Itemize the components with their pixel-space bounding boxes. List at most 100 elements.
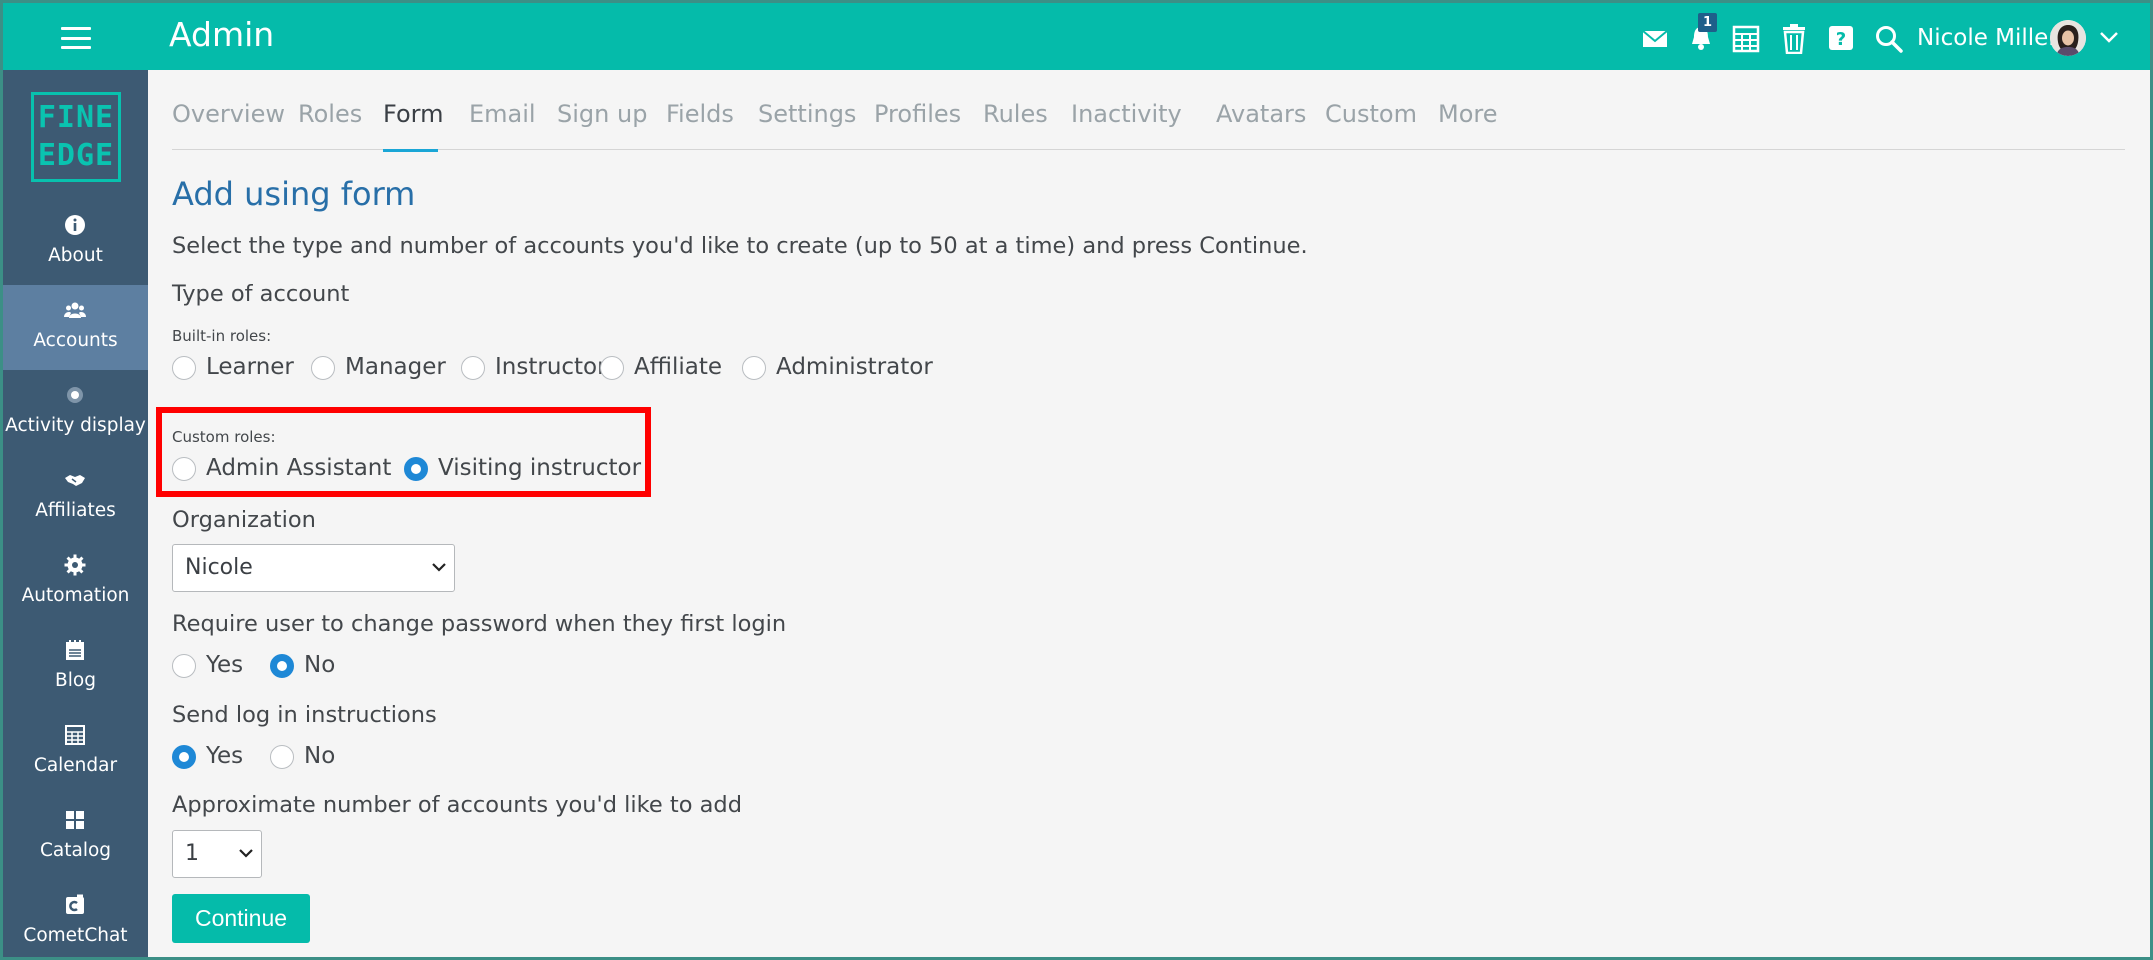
sidebar-item-label: Accounts — [33, 330, 118, 351]
chat-icon — [66, 894, 84, 914]
change-password-group: Yes No — [172, 652, 372, 682]
sidebar-item-accounts[interactable]: Accounts — [3, 285, 148, 370]
svg-text:?: ? — [1836, 29, 1846, 50]
calendar-grid-icon[interactable] — [1732, 25, 1760, 53]
gear-icon — [64, 554, 86, 576]
top-bar: Admin 1 ? Nicole Miller — [3, 3, 2150, 70]
info-icon — [65, 215, 85, 235]
help-icon[interactable]: ? — [1828, 25, 1854, 51]
sidebar-item-label: About — [48, 245, 103, 266]
radio-label[interactable]: Visiting instructor — [438, 455, 641, 481]
radio-manager[interactable] — [311, 356, 335, 380]
logo-line-1: FINE — [37, 100, 115, 135]
radio-administrator[interactable] — [742, 356, 766, 380]
custom-roles-group: Admin Assistant Visiting instructor — [172, 455, 641, 485]
radio-affiliate[interactable] — [600, 356, 624, 380]
radio-password-no[interactable] — [270, 654, 294, 678]
account-count-select[interactable]: 1 — [172, 830, 262, 878]
tab-form[interactable]: Form — [383, 100, 443, 128]
page-title: Add using form — [172, 175, 416, 213]
tab-bar: Overview Roles Form Email Sign up Fields… — [172, 100, 2125, 150]
send-instructions-label: Send log in instructions — [172, 702, 437, 728]
tab-inactivity[interactable]: Inactivity — [1071, 100, 1182, 128]
sidebar-item-about[interactable]: About — [3, 200, 148, 285]
radio-learner[interactable] — [172, 356, 196, 380]
organization-select[interactable]: Nicole — [172, 544, 455, 592]
tab-custom[interactable]: Custom — [1325, 100, 1417, 128]
sidebar: FINE EDGE About Accounts Activity displa… — [3, 70, 148, 957]
sidebar-item-blog[interactable]: Blog — [3, 625, 148, 710]
trash-icon[interactable] — [1781, 24, 1807, 54]
sidebar-item-label: CometChat — [23, 925, 128, 946]
chevron-down-icon — [432, 563, 446, 572]
main-content: Overview Roles Form Email Sign up Fields… — [148, 70, 2150, 957]
send-instructions-group: Yes No — [172, 743, 372, 773]
tab-rules[interactable]: Rules — [983, 100, 1048, 128]
sidebar-item-activity-display[interactable]: Activity display — [3, 370, 148, 455]
radio-instructor[interactable] — [461, 356, 485, 380]
handshake-icon — [65, 475, 85, 486]
radio-label[interactable]: No — [304, 743, 335, 769]
intro-text: Select the type and number of accounts y… — [172, 233, 1308, 259]
sidebar-item-affiliates[interactable]: Affiliates — [3, 455, 148, 540]
radio-label[interactable]: Manager — [345, 354, 446, 380]
builtin-roles-label: Built-in roles: — [172, 327, 272, 345]
search-icon[interactable] — [1874, 24, 1904, 54]
radio-label[interactable]: Instructor — [495, 354, 607, 380]
menu-icon[interactable] — [61, 27, 91, 49]
notification-badge: 1 — [1698, 13, 1717, 32]
logo-line-2: EDGE — [37, 138, 115, 173]
radio-label[interactable]: Admin Assistant — [206, 455, 391, 481]
app-title: Admin — [169, 15, 275, 54]
sidebar-item-label: Catalog — [39, 840, 112, 861]
tab-email[interactable]: Email — [469, 100, 536, 128]
chevron-down-icon — [239, 849, 253, 858]
change-password-label: Require user to change password when the… — [172, 611, 787, 637]
radio-visiting-instructor[interactable] — [404, 457, 428, 481]
blog-icon — [66, 640, 84, 660]
tab-roles[interactable]: Roles — [298, 100, 362, 128]
radio-label[interactable]: Affiliate — [634, 354, 722, 380]
custom-roles-label: Custom roles: — [172, 428, 276, 446]
radio-send-yes[interactable] — [172, 745, 196, 769]
organization-label: Organization — [172, 507, 316, 533]
tab-fields[interactable]: Fields — [666, 100, 734, 128]
tab-more[interactable]: More — [1438, 100, 1498, 128]
radio-label[interactable]: Administrator — [776, 354, 933, 380]
mail-icon[interactable] — [1640, 23, 1670, 53]
radio-admin-assistant[interactable] — [172, 457, 196, 481]
users-icon — [64, 302, 86, 318]
radio-label[interactable]: Yes — [206, 652, 243, 678]
continue-button[interactable]: Continue — [172, 894, 310, 943]
radio-password-yes[interactable] — [172, 654, 196, 678]
sidebar-item-cometchat[interactable]: CometChat — [3, 880, 148, 957]
radio-label[interactable]: Learner — [206, 354, 294, 380]
sidebar-item-automation[interactable]: Automation — [3, 540, 148, 625]
fine-edge-logo[interactable]: FINE EDGE — [31, 92, 121, 182]
sidebar-item-calendar[interactable]: Calendar — [3, 710, 148, 795]
organization-value: Nicole — [185, 555, 253, 580]
tab-avatars[interactable]: Avatars — [1216, 100, 1306, 128]
calendar-icon — [65, 725, 85, 745]
chevron-down-icon[interactable] — [2097, 25, 2121, 49]
active-tab-indicator — [383, 149, 438, 152]
app-window: Admin 1 ? Nicole Miller FINE EDGE About … — [0, 0, 2153, 960]
sidebar-item-label: Blog — [55, 670, 96, 691]
sidebar-item-catalog[interactable]: Catalog — [3, 795, 148, 880]
radio-label[interactable]: Yes — [206, 743, 243, 769]
radio-send-no[interactable] — [270, 745, 294, 769]
tab-sign-up[interactable]: Sign up — [557, 100, 647, 128]
account-count-value: 1 — [185, 841, 199, 866]
sidebar-item-label: Calendar — [33, 755, 118, 776]
user-name[interactable]: Nicole Miller — [1917, 25, 2058, 51]
tab-overview[interactable]: Overview — [172, 100, 285, 128]
sidebar-item-label: Activity display — [5, 415, 146, 436]
radio-label[interactable]: No — [304, 652, 335, 678]
dot-icon — [67, 387, 83, 403]
tab-settings[interactable]: Settings — [758, 100, 856, 128]
avatar[interactable] — [2050, 20, 2086, 56]
catalog-icon — [66, 811, 84, 829]
account-count-label: Approximate number of accounts you'd lik… — [172, 792, 742, 818]
tab-profiles[interactable]: Profiles — [874, 100, 961, 128]
builtin-roles-group: Learner Manager Instructor Affiliate Adm… — [172, 354, 1072, 384]
